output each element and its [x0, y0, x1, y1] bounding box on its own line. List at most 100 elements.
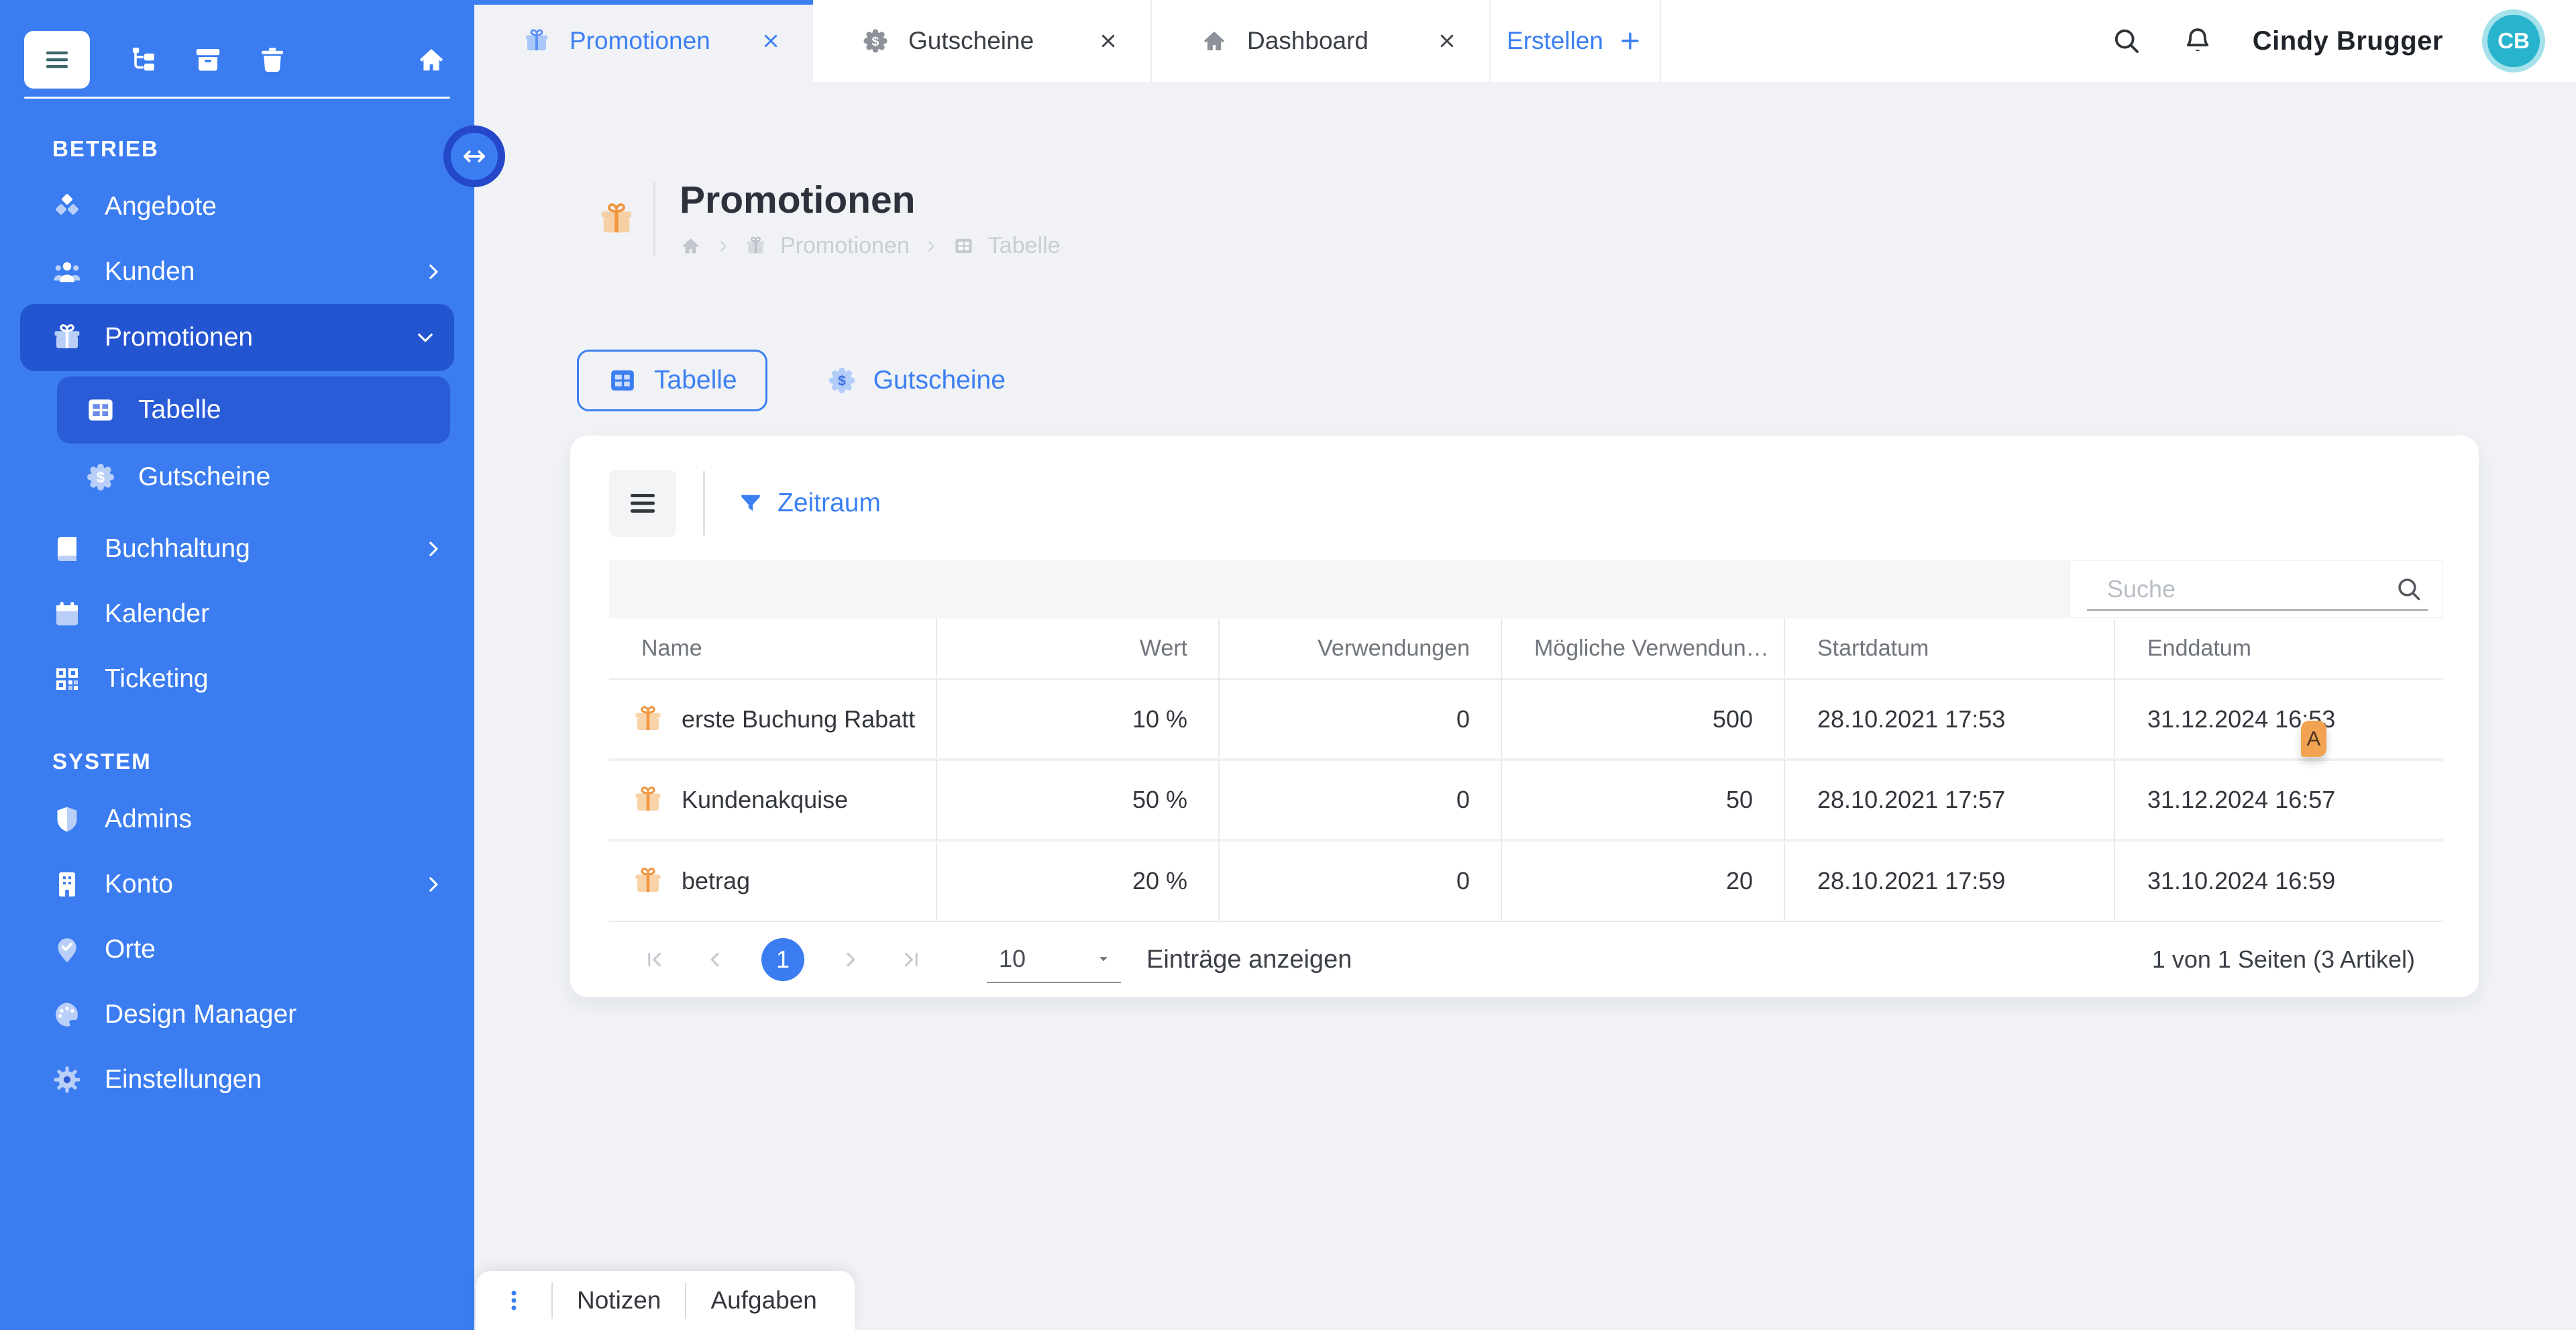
- hamburger-icon: [625, 485, 661, 521]
- column-header-name[interactable]: Name: [609, 618, 936, 679]
- map-pin-icon: [51, 933, 83, 966]
- topbar-right: Cindy Brugger CB: [2110, 0, 2576, 82]
- tab-dashboard[interactable]: Dashboard: [1152, 0, 1491, 82]
- next-page-icon: [838, 947, 863, 972]
- presence-cursor-badge: A: [2301, 721, 2326, 757]
- sidebar-item-buchhaltung[interactable]: Buchhaltung: [0, 516, 474, 581]
- tab-label: Promotionen: [570, 27, 710, 55]
- shield-icon: [51, 803, 83, 835]
- view-tab-label: Gutscheine: [873, 366, 1006, 395]
- sidebar-item-kalender[interactable]: Kalender: [0, 581, 474, 646]
- sidebar-menu-button[interactable]: [24, 31, 90, 89]
- sidebar-item-ticketing[interactable]: Ticketing: [0, 646, 474, 711]
- table-row[interactable]: betrag 20 % 0 20 28.10.2021 17:59 31.10.…: [609, 840, 2443, 921]
- close-tab-button[interactable]: [1436, 30, 1458, 52]
- home-icon: [415, 44, 447, 76]
- trash-button[interactable]: [256, 44, 288, 76]
- tab-label: Gutscheine: [908, 27, 1034, 55]
- sidebar-item-design-manager[interactable]: Design Manager: [0, 982, 474, 1047]
- close-tab-button[interactable]: [759, 30, 782, 52]
- filter-icon: [737, 490, 764, 517]
- topbar: Promotionen Gutscheine Dashboard Erstell…: [474, 0, 2576, 82]
- column-header-verwendungen[interactable]: Verwendungen: [1219, 618, 1501, 679]
- dock-item-aufgaben[interactable]: Aufgaben: [710, 1286, 816, 1315]
- entries-label: Einträge anzeigen: [1146, 945, 1352, 974]
- search-input[interactable]: [2107, 575, 2394, 603]
- notifications-button[interactable]: [2182, 25, 2214, 57]
- home-button[interactable]: [415, 44, 447, 76]
- view-tab-tabelle[interactable]: Tabelle: [577, 350, 767, 411]
- dock-menu-button[interactable]: [500, 1287, 527, 1314]
- sidebar-item-admins[interactable]: Admins: [0, 786, 474, 852]
- tab-promotionen[interactable]: Promotionen: [474, 0, 813, 82]
- qr-ticket-icon: [51, 663, 83, 695]
- first-page-button[interactable]: [643, 947, 669, 972]
- gift-icon: [523, 27, 551, 55]
- sidebar-item-angebote[interactable]: Angebote: [0, 174, 474, 239]
- tree-view-button[interactable]: [127, 44, 160, 76]
- voucher-icon: [85, 461, 117, 493]
- previous-page-button[interactable]: [702, 947, 728, 972]
- view-tab-gutscheine[interactable]: Gutscheine: [826, 350, 1006, 411]
- breadcrumb-item[interactable]: Tabelle: [988, 233, 1061, 259]
- trash-icon: [256, 44, 288, 76]
- cell-name: Kundenakquise: [682, 786, 848, 814]
- sidebar-header: [0, 0, 474, 90]
- plus-icon: [1617, 28, 1644, 54]
- dock-divider: [685, 1282, 686, 1319]
- table-toolbar: Zeitraum: [609, 470, 2443, 537]
- sidebar-item-kunden[interactable]: Kunden: [0, 239, 474, 304]
- sidebar-item-orte[interactable]: Orte: [0, 917, 474, 982]
- sidebar-item-promotionen[interactable]: Promotionen: [20, 304, 454, 371]
- promotions-table: Name Wert Verwendungen Mögliche Verwendu…: [609, 618, 2443, 921]
- column-header-moegliche-verwendungen[interactable]: Mögliche Verwendun…: [1501, 618, 1784, 679]
- sidebar-item-einstellungen[interactable]: Einstellungen: [0, 1047, 474, 1112]
- tab-gutscheine[interactable]: Gutscheine: [813, 0, 1152, 82]
- sidebar-item-label: Kalender: [105, 599, 209, 629]
- dock-item-notizen[interactable]: Notizen: [577, 1286, 661, 1315]
- bell-icon: [2182, 25, 2214, 57]
- sidebar-item-label: Design Manager: [105, 1000, 297, 1029]
- chevron-right-icon: [923, 238, 939, 254]
- tab-strip: Promotionen Gutscheine Dashboard Erstell…: [474, 0, 1661, 82]
- last-page-button[interactable]: [897, 947, 922, 972]
- sidebar-item-konto[interactable]: Konto: [0, 852, 474, 917]
- sidebar-item-gutscheine[interactable]: Gutscheine: [0, 444, 474, 511]
- home-icon[interactable]: [680, 235, 702, 257]
- current-page-button[interactable]: 1: [761, 938, 804, 981]
- tab-erstellen[interactable]: Erstellen: [1491, 0, 1661, 82]
- pagination: 1: [643, 938, 922, 981]
- breadcrumb-item[interactable]: Promotionen: [780, 233, 910, 259]
- cell-verwendungen: 0: [1219, 760, 1501, 840]
- zeitraum-filter-button[interactable]: Zeitraum: [737, 489, 881, 518]
- column-header-startdatum[interactable]: Startdatum: [1784, 618, 2114, 679]
- sidebar-collapse-toggle[interactable]: [443, 125, 505, 187]
- archive-button[interactable]: [192, 44, 224, 76]
- chevron-right-icon: [422, 873, 445, 896]
- cell-enddatum: 31.12.2024 16:53A: [2114, 679, 2443, 760]
- table-row[interactable]: erste Buchung Rabatt 10 % 0 500 28.10.20…: [609, 679, 2443, 760]
- sidebar-nav-system: Admins Konto Orte Design Manager Einstel…: [0, 786, 474, 1112]
- global-search-button[interactable]: [2110, 25, 2143, 57]
- sidebar-item-tabelle[interactable]: Tabelle: [57, 376, 450, 444]
- arrows-left-right-icon: [459, 141, 490, 172]
- table-row[interactable]: Kundenakquise 50 % 0 50 28.10.2021 17:57…: [609, 760, 2443, 840]
- table-menu-button[interactable]: [609, 470, 676, 537]
- sidebar-submenu-promotionen: Tabelle Gutscheine: [0, 376, 474, 511]
- page-size-select[interactable]: 10: [987, 936, 1121, 983]
- voucher-icon: [826, 365, 857, 396]
- column-header-enddatum[interactable]: Enddatum: [2114, 618, 2443, 679]
- page-header: Promotionen Promotionen Tabelle: [570, 178, 2479, 259]
- next-page-button[interactable]: [838, 947, 863, 972]
- close-tab-button[interactable]: [1097, 30, 1120, 52]
- avatar[interactable]: CB: [2482, 9, 2545, 72]
- column-header-wert[interactable]: Wert: [936, 618, 1219, 679]
- table-footer: 1 10 Einträge anzeigen 1 von 1 Seiten (3…: [609, 921, 2443, 997]
- cell-enddatum: 31.10.2024 16:59: [2114, 840, 2443, 921]
- close-icon: [1097, 30, 1120, 52]
- chevron-right-icon: [422, 538, 445, 560]
- toolbar-divider: [703, 471, 705, 535]
- table-card: Zeitraum Name Wert Verwendungen Mögliche…: [570, 436, 2479, 997]
- search-icon[interactable]: [2394, 574, 2424, 604]
- cell-verwendungen: 0: [1219, 840, 1501, 921]
